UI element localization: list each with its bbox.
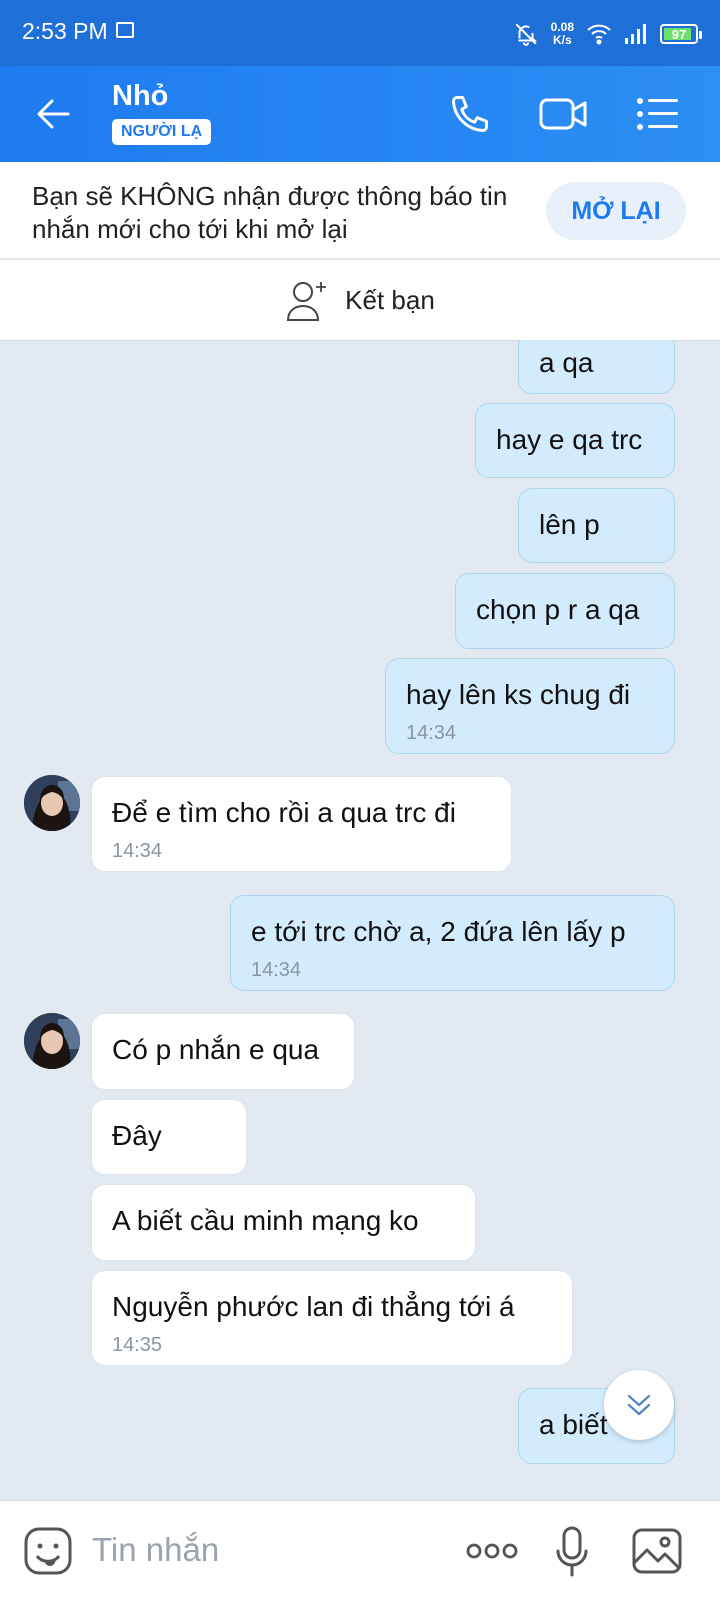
network-speed: 0.08 K/s [551, 21, 574, 47]
contact-avatar[interactable] [24, 1013, 80, 1069]
message-text: lên p [539, 509, 600, 540]
wifi-icon [587, 24, 611, 45]
status-time: 2:53 PM [22, 18, 108, 44]
chat-header: Nhỏ NGƯỜI LẠ [0, 66, 720, 162]
message-bubble-sent[interactable]: e tới trc chờ a, 2 đứa lên lấy p 14:34 [230, 895, 675, 991]
stranger-badge: NGƯỜI LẠ [112, 119, 212, 145]
notice-text: Bạn sẽ KHÔNG nhận được thông báo tin nhắ… [32, 181, 508, 244]
message-text: Để e tìm cho rồi a qua trc đi [112, 797, 456, 828]
message-bubble-received[interactable]: Để e tìm cho rồi a qua trc đi 14:34 [91, 776, 512, 872]
message-bubble-sent[interactable]: a qa [518, 340, 675, 394]
double-chevron-down-icon [627, 1394, 651, 1416]
message-bubble-sent[interactable]: hay e qa trc [475, 403, 675, 478]
message-text: Có p nhắn e qua [112, 1034, 320, 1065]
video-camera-icon [539, 98, 587, 130]
message-text: a qa [539, 347, 594, 378]
message-text: hay lên ks chug đi [406, 679, 631, 710]
message-text: a biết [539, 1409, 608, 1440]
menu-button[interactable] [632, 90, 684, 138]
network-speed-unit: K/s [552, 33, 572, 47]
message-bubble-received[interactable]: Đây [91, 1099, 247, 1175]
list-menu-icon [637, 98, 678, 130]
message-bubble-received[interactable]: A biết cầu minh mạng ko [91, 1184, 476, 1261]
signal-icon [625, 24, 646, 44]
add-friend-label: Kết bạn [345, 284, 435, 315]
arrow-left-icon[interactable] [34, 94, 74, 134]
reopen-button[interactable]: MỞ LẠI [546, 182, 686, 240]
bell-muted-icon [515, 23, 537, 46]
emoji-button[interactable] [22, 1525, 74, 1577]
gallery-notification-icon [116, 22, 134, 38]
message-bubble-received[interactable]: Có p nhắn e qua [91, 1013, 355, 1090]
message-time: 14:34 [406, 722, 457, 744]
person-add-icon [287, 282, 327, 321]
message-bubble-sent[interactable]: chọn p r a qa [455, 573, 675, 649]
emoji-icon [24, 1527, 72, 1575]
status-bar: 2:53 PM 0.08 K/s 97 [0, 0, 720, 66]
message-bubble-sent[interactable]: hay lên ks chug đi 14:34 [385, 658, 675, 754]
add-friend-button[interactable]: Kết bạn [0, 259, 720, 341]
message-bubble-received[interactable]: Nguyễn phước lan đi thẳng tới á 14:35 [91, 1270, 573, 1366]
message-time: 14:34 [112, 840, 163, 862]
message-text: hay e qa trc [496, 424, 643, 455]
message-time: 14:35 [112, 1334, 163, 1356]
avatar-image [24, 775, 80, 831]
phone-icon [452, 96, 488, 132]
battery-level: 97 [671, 26, 687, 42]
avatar-image [24, 1013, 80, 1069]
message-list[interactable]: a qa hay e qa trc lên p chọn p r a qa ha… [0, 340, 720, 1500]
message-text: e tới trc chờ a, 2 đứa lên lấy p [251, 916, 626, 947]
message-text: A biết cầu minh mạng ko [112, 1205, 419, 1236]
gallery-button[interactable] [630, 1525, 684, 1577]
message-bubble-sent[interactable]: lên p [518, 488, 675, 563]
call-button[interactable] [444, 90, 496, 138]
contact-name[interactable]: Nhỏ [112, 80, 168, 113]
message-text: Nguyễn phước lan đi thẳng tới á [112, 1291, 515, 1322]
message-input[interactable]: Tin nhắn [92, 1531, 219, 1569]
battery-icon: 97 [660, 24, 702, 44]
microphone-icon [556, 1526, 588, 1577]
contact-avatar[interactable] [24, 775, 80, 831]
message-time: 14:34 [251, 959, 302, 981]
message-input-bar: Tin nhắn [0, 1500, 720, 1601]
video-call-button[interactable] [538, 90, 590, 138]
message-text: Đây [112, 1120, 162, 1151]
notification-notice: Bạn sẽ KHÔNG nhận được thông báo tin nhắ… [0, 162, 720, 258]
more-dots-icon [466, 1543, 518, 1559]
image-icon [632, 1528, 682, 1574]
scroll-to-bottom-button[interactable] [604, 1370, 674, 1440]
message-text: chọn p r a qa [476, 594, 640, 625]
more-button[interactable] [464, 1535, 520, 1567]
voice-button[interactable] [550, 1523, 594, 1581]
